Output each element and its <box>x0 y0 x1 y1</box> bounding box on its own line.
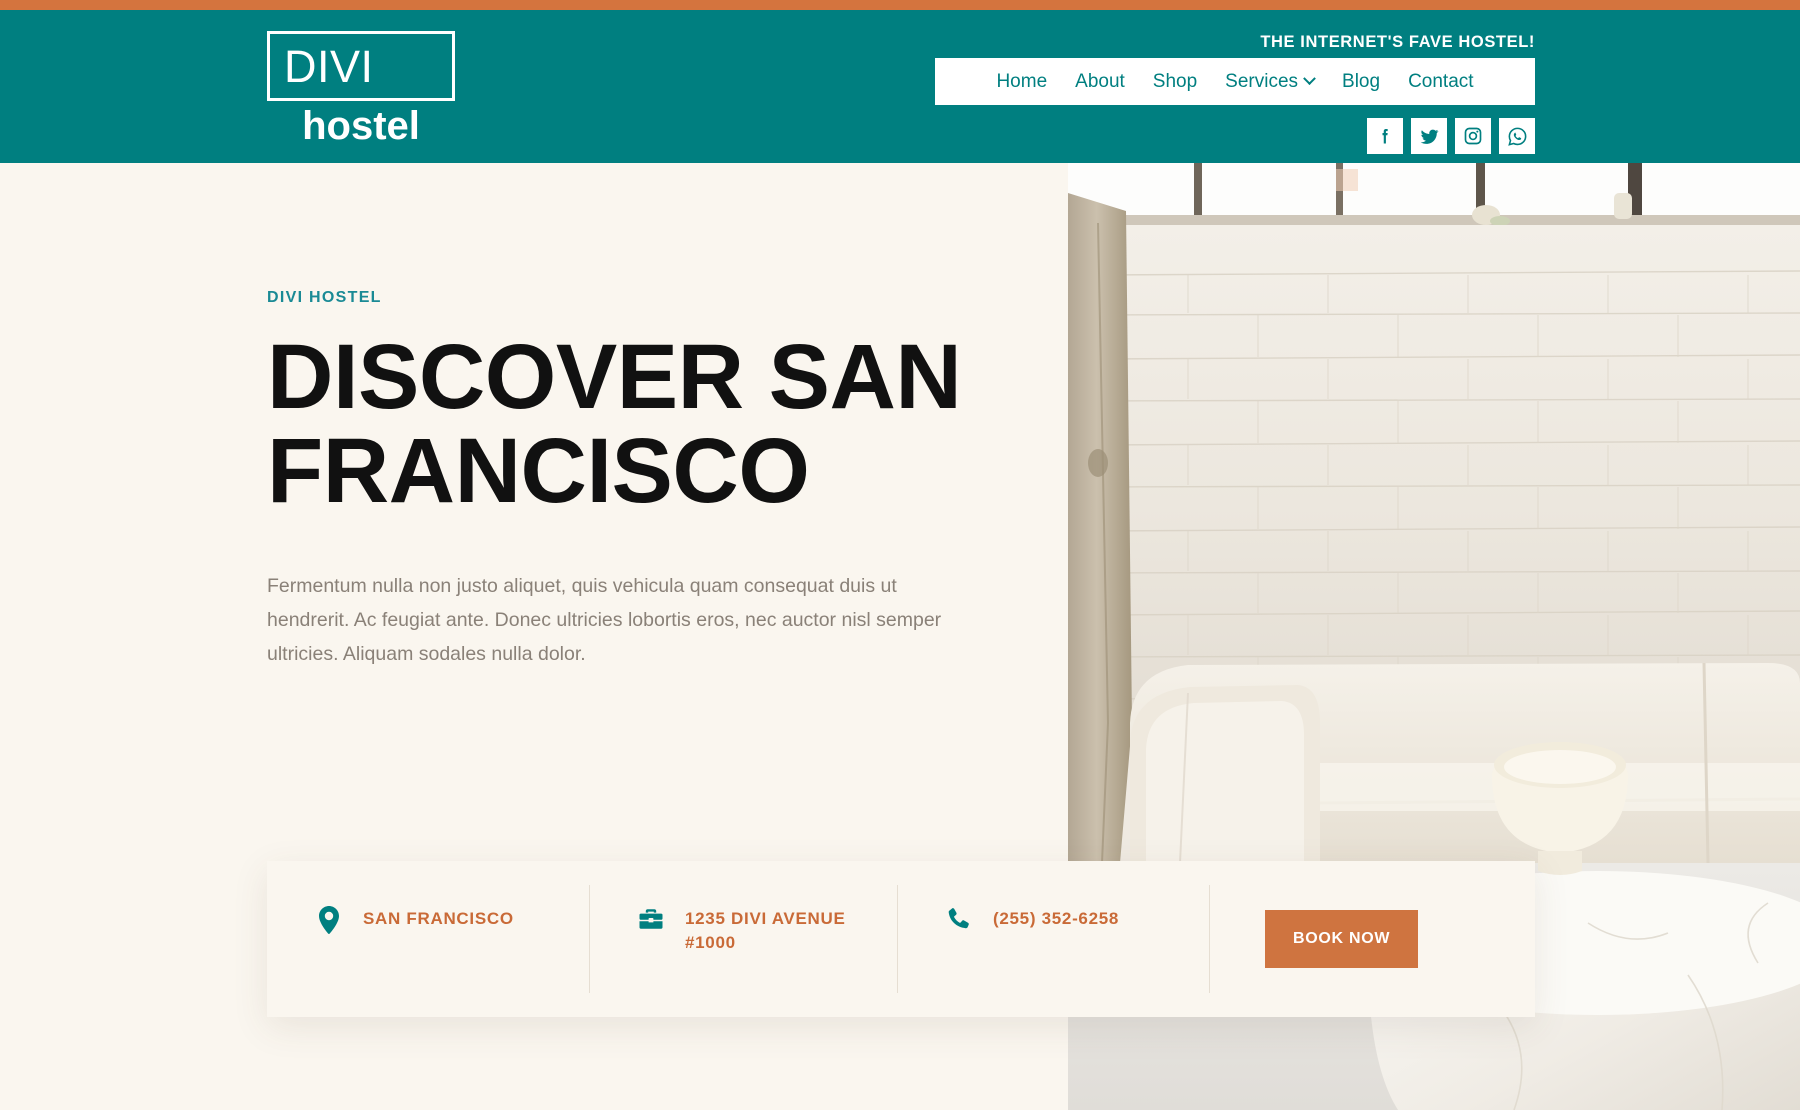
hero-section: DIVI HOSTEL DISCOVER SAN FRANCISCO Ferme… <box>267 163 1027 671</box>
nav-label: Home <box>996 70 1048 92</box>
book-now-button[interactable]: BOOK NOW <box>1265 910 1419 968</box>
twitter-icon[interactable] <box>1411 118 1447 154</box>
nav-label: Shop <box>1152 70 1198 92</box>
nav-item-services[interactable]: Services <box>1211 71 1328 93</box>
info-address-text: 1235 DIVI AVENUE #1000 <box>685 909 846 953</box>
logo-box: DIVI <box>267 31 455 101</box>
header-tagline: THE INTERNET'S FAVE HOSTEL! <box>1260 33 1535 51</box>
nav-label: Contact <box>1408 70 1474 92</box>
map-pin-icon <box>315 906 343 934</box>
nav-label: About <box>1075 70 1125 92</box>
info-item-address: 1235 DIVI AVENUE #1000 <box>589 861 897 1017</box>
main-navigation: Home About Shop Services Blog Contact <box>935 58 1535 105</box>
info-bar: SAN FRANCISCO 1235 DIVI AVENUE #1000 (25… <box>267 861 1535 1017</box>
nav-label: Blog <box>1342 70 1381 92</box>
logo-word: DIVI <box>284 40 374 92</box>
top-accent-bar <box>0 0 1800 10</box>
instagram-icon[interactable] <box>1455 118 1491 154</box>
phone-icon <box>945 906 973 932</box>
nav-item-about[interactable]: About <box>1061 71 1139 93</box>
nav-item-contact[interactable]: Contact <box>1394 71 1487 93</box>
nav-label: Services <box>1225 70 1299 92</box>
nav-item-shop[interactable]: Shop <box>1139 71 1211 93</box>
chevron-down-icon <box>1303 72 1316 86</box>
whatsapp-icon[interactable] <box>1499 118 1535 154</box>
briefcase-icon <box>637 906 665 932</box>
nav-item-blog[interactable]: Blog <box>1328 71 1394 93</box>
nav-item-home[interactable]: Home <box>982 71 1061 93</box>
hero-eyebrow: DIVI HOSTEL <box>267 289 382 306</box>
info-location-text: SAN FRANCISCO <box>363 909 514 928</box>
logo-subtitle: hostel <box>302 104 420 148</box>
social-links <box>1367 118 1535 154</box>
info-phone-text: (255) 352-6258 <box>993 909 1120 928</box>
info-item-cta: BOOK NOW <box>1209 861 1535 1017</box>
page-title: DISCOVER SAN FRANCISCO <box>267 326 962 522</box>
site-logo[interactable]: DIVI hostel <box>267 31 457 147</box>
facebook-icon[interactable] <box>1367 118 1403 154</box>
info-item-location: SAN FRANCISCO <box>267 861 589 1017</box>
info-item-phone: (255) 352-6258 <box>897 861 1209 1017</box>
hero-paragraph: Fermentum nulla non justo aliquet, quis … <box>267 574 942 665</box>
site-header: DIVI hostel THE INTERNET'S FAVE HOSTEL! … <box>0 10 1800 163</box>
